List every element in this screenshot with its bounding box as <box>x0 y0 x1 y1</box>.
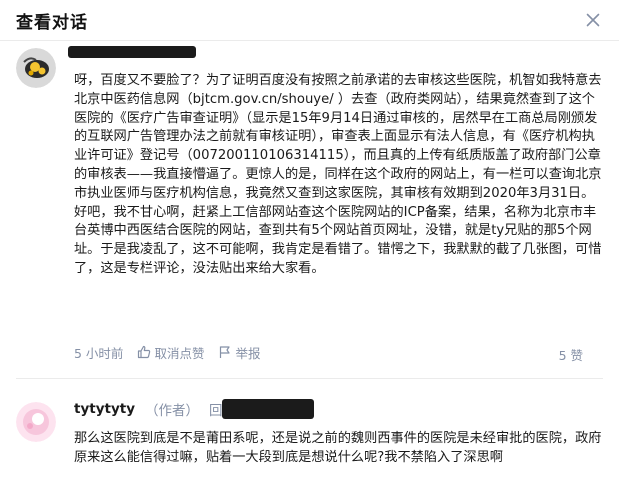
avatar-image <box>16 48 56 88</box>
avatar[interactable] <box>16 48 56 88</box>
author-name[interactable]: tytytyty <box>74 401 135 417</box>
comment-actions: 5 小时前 取消点赞 举报 <box>74 342 274 362</box>
unlike-button[interactable]: 取消点赞 <box>137 343 204 362</box>
close-button[interactable] <box>583 10 603 30</box>
comment-divider <box>16 378 603 379</box>
dialog-title: 查看对话 <box>16 13 88 33</box>
author-tag: （作者） <box>145 403 200 419</box>
comment-text: 那么这医院到底是不是莆田系呢，还是说之前的魏则西事件的医院是未经审批的医院，政府… <box>74 431 602 465</box>
comment-text: 呀，百度又不要脸了？为了证明百度没有按照之前承诺的去审核这些医院，机智如我特意去… <box>74 73 602 276</box>
close-icon <box>586 13 600 27</box>
author-row: tytytyty （作者） 回复 <box>74 398 236 420</box>
report-label: 举报 <box>235 345 261 361</box>
report-button[interactable]: 举报 <box>218 343 260 362</box>
unlike-label: 取消点赞 <box>154 345 205 361</box>
thumbs-up-icon <box>138 345 151 359</box>
redacted-username <box>68 46 196 58</box>
comment-time: 5 小时前 <box>74 345 124 361</box>
like-count: 5 赞 <box>558 348 583 363</box>
flag-icon <box>220 346 231 358</box>
redacted-reply-target <box>222 399 314 419</box>
dialog-header: 查看对话 <box>0 0 619 40</box>
author-avatar[interactable] <box>16 402 56 442</box>
header-divider <box>0 40 619 41</box>
author-avatar-image <box>16 402 56 442</box>
